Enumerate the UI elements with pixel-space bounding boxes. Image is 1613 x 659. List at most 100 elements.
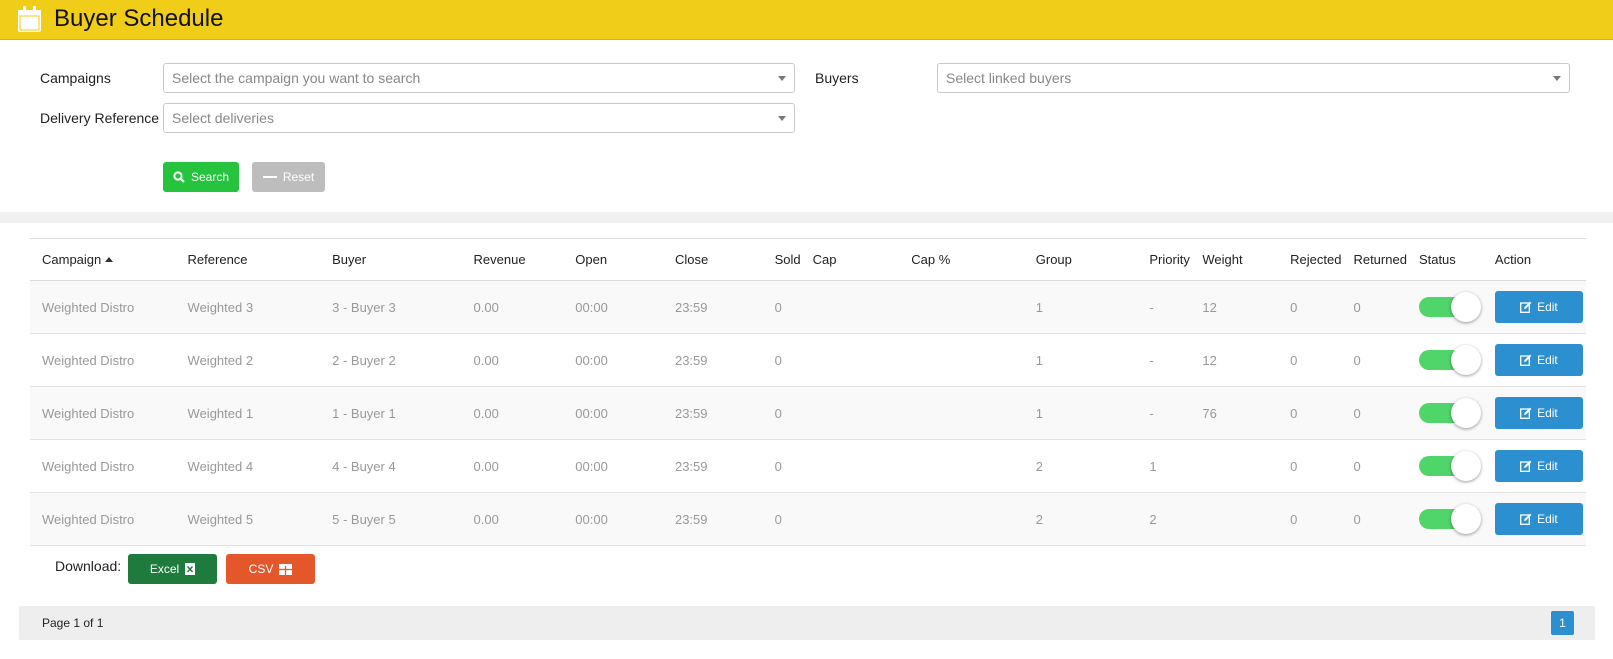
search-icon	[173, 171, 185, 183]
cell-returned: 0	[1341, 492, 1407, 546]
column-header-weight[interactable]: Weight	[1190, 238, 1279, 281]
cell-group: 1	[1023, 386, 1138, 440]
cell-sold: 0	[762, 492, 801, 546]
cell-priority: -	[1137, 333, 1191, 387]
csv-download-button[interactable]: CSV	[226, 554, 315, 584]
cell-revenue: 0.00	[461, 386, 564, 440]
excel-download-button[interactable]: Excel	[128, 554, 217, 584]
column-header-action: Action	[1482, 238, 1586, 281]
cell-rejected: 0	[1278, 386, 1342, 440]
edit-icon	[1520, 301, 1532, 313]
cell-reference: Weighted 5	[175, 492, 321, 546]
cell-campaign: Weighted Distro	[30, 386, 176, 440]
calendar-icon	[18, 6, 41, 32]
toggle-knob	[1450, 345, 1481, 375]
excel-file-icon	[185, 563, 196, 575]
campaigns-placeholder: Select the campaign you want to search	[172, 70, 421, 86]
table-icon	[279, 563, 293, 575]
download-label: Download:	[55, 558, 122, 574]
column-header-group[interactable]: Group	[1023, 238, 1138, 281]
cell-campaign: Weighted Distro	[30, 492, 176, 546]
delivery-reference-select[interactable]: Select deliveries	[163, 103, 795, 133]
status-toggle[interactable]	[1418, 292, 1481, 322]
edit-button[interactable]: Edit	[1494, 503, 1583, 535]
toggle-knob	[1450, 292, 1481, 322]
table-row: Weighted Distro Weighted 55 - Buyer 5 0.00…	[30, 492, 1586, 546]
edit-button-label: Edit	[1537, 353, 1558, 367]
sort-ascending-icon	[105, 257, 114, 262]
edit-button-label: Edit	[1537, 459, 1558, 473]
reset-button-label: Reset	[282, 170, 315, 184]
status-toggle[interactable]	[1418, 398, 1481, 428]
cell-weight: 12	[1190, 280, 1279, 334]
table-header-row: Campaign Reference Buyer Revenue Open Cl…	[30, 238, 1586, 281]
column-header-rejected[interactable]: Rejected	[1278, 238, 1342, 281]
column-header-cap-percent[interactable]: Cap %	[899, 238, 1024, 281]
column-header-campaign[interactable]: Campaign	[30, 238, 176, 281]
cell-priority: -	[1137, 386, 1191, 440]
column-header-priority[interactable]: Priority	[1137, 238, 1191, 281]
cell-status	[1406, 386, 1483, 440]
edit-button[interactable]: Edit	[1494, 291, 1583, 323]
toggle-knob	[1450, 504, 1481, 534]
cell-returned: 0	[1341, 386, 1407, 440]
column-header-cap[interactable]: Cap	[800, 238, 900, 281]
cell-cap	[800, 492, 900, 546]
page-button-1[interactable]: 1	[1551, 611, 1574, 635]
edit-button-label: Edit	[1537, 512, 1558, 526]
reset-button[interactable]: Reset	[252, 162, 325, 192]
column-header-returned[interactable]: Returned	[1341, 238, 1407, 281]
cell-weight: 12	[1190, 333, 1279, 387]
column-header-reference[interactable]: Reference	[175, 238, 321, 281]
cell-cap	[800, 280, 900, 334]
cell-weight	[1190, 492, 1279, 546]
cell-group: 1	[1023, 280, 1138, 334]
cell-revenue: 0.00	[461, 333, 564, 387]
cell-cap-pct	[899, 492, 1024, 546]
filter-panel: Campaigns Select the campaign you want t…	[0, 40, 1613, 212]
cell-close: 23:59	[662, 492, 763, 546]
cell-group: 1	[1023, 333, 1138, 387]
edit-icon	[1520, 460, 1532, 472]
cell-campaign: Weighted Distro	[30, 439, 176, 493]
cell-priority: 1	[1137, 439, 1191, 493]
cell-rejected: 0	[1278, 333, 1342, 387]
status-toggle[interactable]	[1418, 345, 1481, 375]
cell-sold: 0	[762, 386, 801, 440]
edit-icon	[1520, 513, 1532, 525]
edit-button[interactable]: Edit	[1494, 344, 1583, 376]
status-toggle[interactable]	[1418, 451, 1481, 481]
cell-action: Edit	[1482, 439, 1586, 493]
cell-buyer: 2 - Buyer 2	[320, 333, 462, 387]
column-header-revenue[interactable]: Revenue	[461, 238, 564, 281]
cell-reference: Weighted 2	[175, 333, 321, 387]
excel-button-label: Excel	[149, 562, 180, 576]
column-header-open[interactable]: Open	[563, 238, 663, 281]
column-header-buyer[interactable]: Buyer	[320, 238, 462, 281]
edit-button[interactable]: Edit	[1494, 397, 1583, 429]
cell-open: 00:00	[563, 280, 663, 334]
status-toggle[interactable]	[1418, 504, 1481, 534]
cell-close: 23:59	[662, 386, 763, 440]
cell-rejected: 0	[1278, 280, 1342, 334]
column-header-close[interactable]: Close	[662, 238, 763, 281]
cell-action: Edit	[1482, 280, 1586, 334]
cell-close: 23:59	[662, 439, 763, 493]
cell-rejected: 0	[1278, 492, 1342, 546]
cell-weight	[1190, 439, 1279, 493]
buyers-select[interactable]: Select linked buyers	[937, 63, 1570, 93]
cell-action: Edit	[1482, 386, 1586, 440]
chevron-down-icon	[1553, 76, 1561, 81]
column-header-sold[interactable]: Sold	[762, 238, 801, 281]
cell-priority: -	[1137, 280, 1191, 334]
cell-cap-pct	[899, 386, 1024, 440]
edit-button[interactable]: Edit	[1494, 450, 1583, 482]
buyers-label: Buyers	[815, 70, 859, 86]
table-row: Weighted Distro Weighted 11 - Buyer 1 0.00…	[30, 386, 1586, 440]
column-header-status[interactable]: Status	[1406, 238, 1483, 281]
cell-open: 00:00	[563, 439, 663, 493]
campaigns-select[interactable]: Select the campaign you want to search	[163, 63, 795, 93]
pagination-bar: Page 1 of 1 1	[19, 606, 1595, 640]
search-button[interactable]: Search	[163, 162, 239, 192]
cell-open: 00:00	[563, 492, 663, 546]
